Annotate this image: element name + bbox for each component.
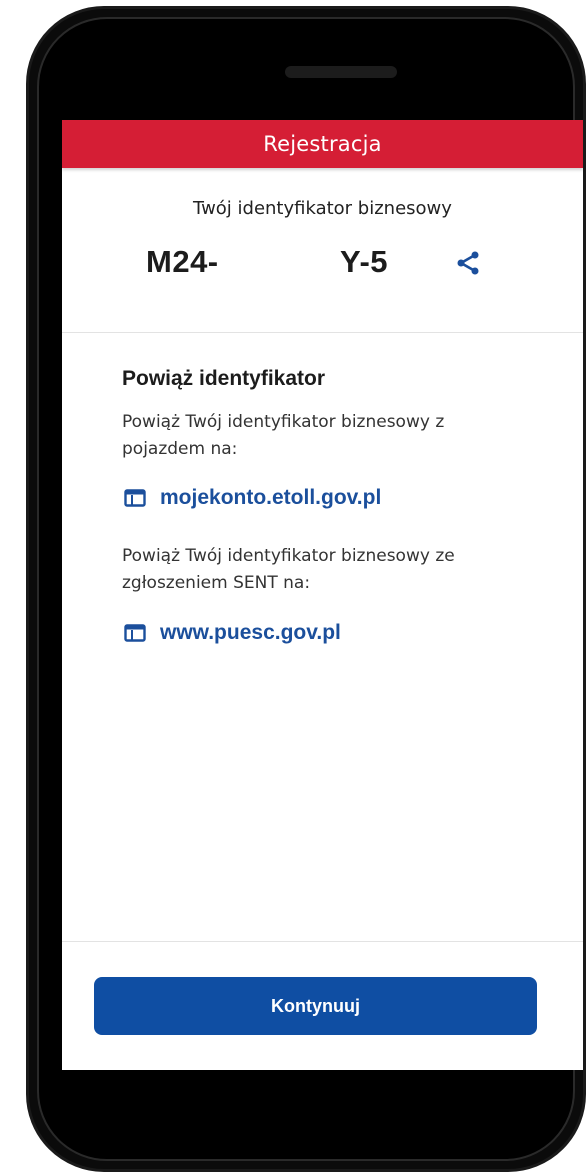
identifier-value-suffix: Y-5 — [340, 244, 389, 279]
link-etoll-text[interactable]: mojekonto.etoll.gov.pl — [160, 486, 381, 510]
identifier-redaction — [230, 240, 340, 284]
top-app-bar: Rejestracja — [62, 120, 583, 168]
identifier-caption: Twój identyfikator biznesowy — [193, 198, 452, 219]
identifier-value-prefix: M24- — [146, 244, 219, 279]
link-etoll[interactable]: mojekonto.etoll.gov.pl — [124, 486, 381, 510]
browser-window-icon — [124, 624, 146, 642]
section-title: Powiąż identyfikator — [122, 367, 326, 390]
sent-link-description: Powiąż Twój identyfikator biznesowy ze z… — [122, 546, 455, 593]
vehicle-link-description: Powiąż Twój identyfikator biznesowy z po… — [122, 412, 445, 459]
share-icon[interactable] — [455, 250, 481, 276]
link-identifier-section: Powiąż identyfikator Powiąż Twój identyf… — [62, 333, 583, 941]
page-title: Rejestracja — [263, 132, 382, 156]
link-puesc[interactable]: www.puesc.gov.pl — [124, 621, 341, 645]
phone-speaker — [285, 66, 397, 78]
link-puesc-text[interactable]: www.puesc.gov.pl — [160, 621, 341, 645]
continue-button[interactable]: Kontynuuj — [94, 977, 537, 1035]
identifier-card: Twój identyfikator biznesowy M24- Y-5 — [62, 168, 583, 333]
bottom-action-bar: Kontynuuj — [62, 941, 583, 1070]
page: Rejestracja Twój identyfikator biznesowy… — [0, 0, 587, 1175]
browser-window-icon — [124, 489, 146, 507]
app-screen: Rejestracja Twój identyfikator biznesowy… — [62, 120, 583, 1070]
